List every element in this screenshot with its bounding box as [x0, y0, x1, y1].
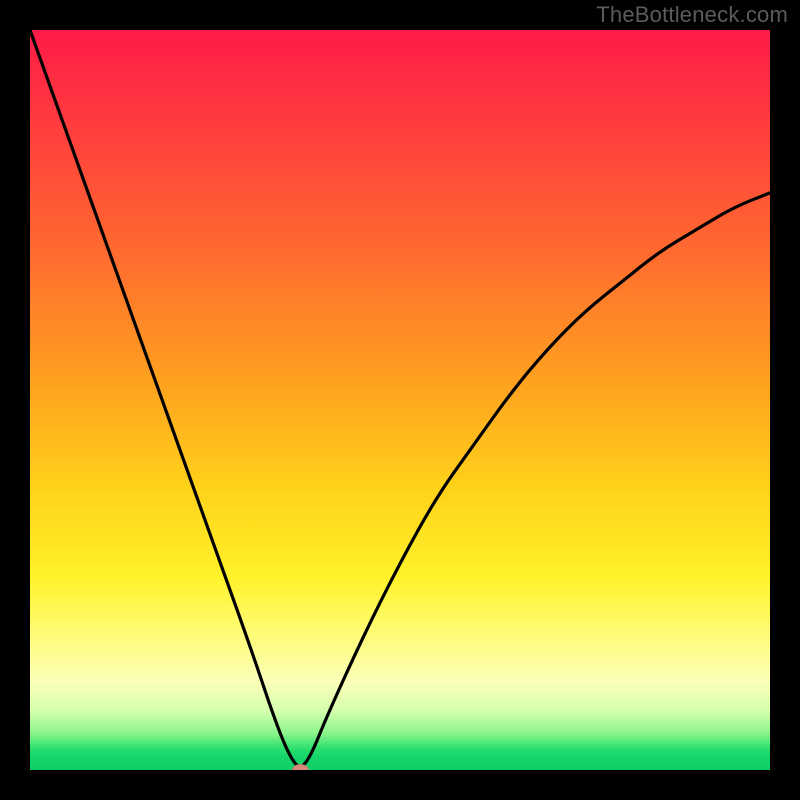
bottleneck-curve — [30, 30, 770, 770]
attribution-text: TheBottleneck.com — [596, 2, 788, 28]
chart-container: TheBottleneck.com — [0, 0, 800, 800]
plot-area — [30, 30, 770, 770]
curve-path — [30, 30, 770, 766]
